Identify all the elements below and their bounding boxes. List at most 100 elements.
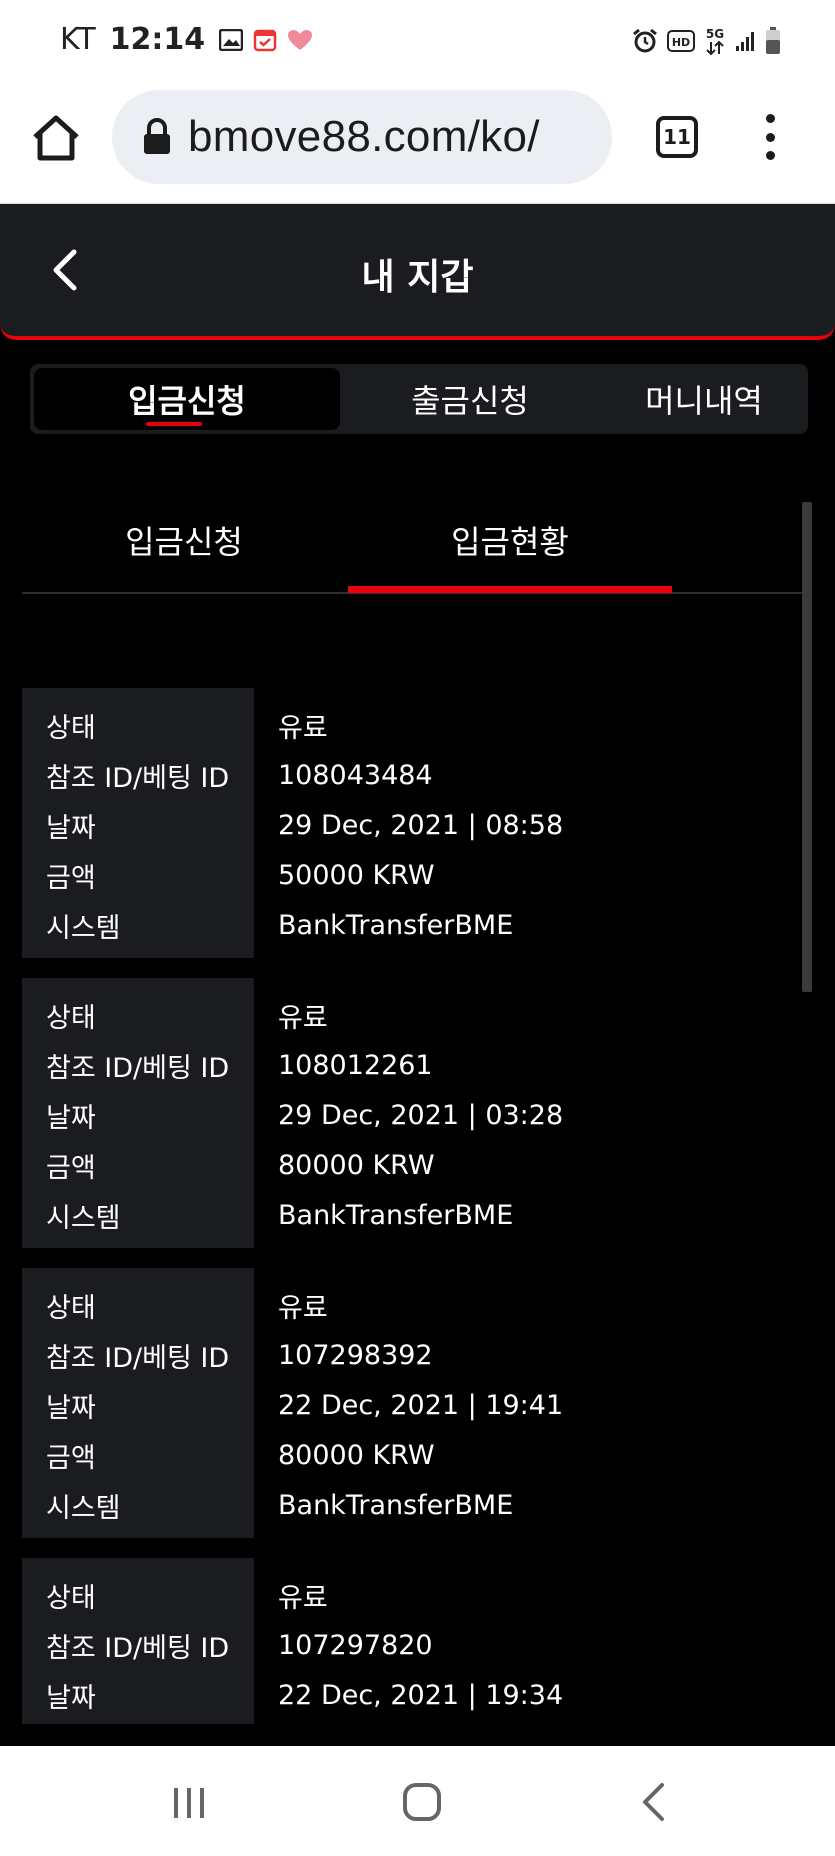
dot: [765, 132, 775, 142]
dot: [765, 151, 775, 160]
record-row-system: 시스템 BankTransferBME: [22, 900, 802, 950]
alarm-icon: [633, 28, 657, 53]
record-row-date: 날짜 29 Dec, 2021 | 08:58: [22, 800, 802, 850]
system-navigation-bar: [0, 1746, 835, 1856]
clock: 12:14: [109, 22, 206, 57]
record-row-date: 날짜 29 Dec, 2021 | 03:28: [22, 1090, 802, 1140]
active-tab-indicator: [146, 422, 202, 426]
recent-apps-icon[interactable]: [172, 1786, 206, 1820]
home-icon[interactable]: [30, 112, 82, 164]
label-date: 날짜: [46, 812, 96, 844]
calendar-icon: [253, 29, 277, 51]
record-row-ref-id: 참조 ID/베팅 ID 107298392: [22, 1330, 802, 1380]
label-status: 상태: [46, 1002, 96, 1034]
page-title: 내 지갑: [361, 257, 474, 298]
browser-toolbar: bmove88.com/ko/ 11: [0, 80, 835, 204]
label-ref-id: 참조 ID/베팅 ID: [46, 1632, 230, 1664]
value-date: 22 Dec, 2021 | 19:41: [278, 1389, 564, 1421]
address-bar[interactable]: bmove88.com/ko/: [112, 90, 612, 184]
deposit-record: 상태 유료 참조 ID/베팅 ID 108043484 날짜 29 Dec, 2…: [22, 688, 802, 978]
value-system: BankTransferBME: [278, 1489, 514, 1521]
record-row-system: 시스템 BankTransferBME: [22, 1480, 802, 1530]
value-date: 29 Dec, 2021 | 03:28: [278, 1099, 564, 1131]
sub-tabs: 입금신청 입금현황: [22, 490, 808, 594]
svg-text:5G: 5G: [706, 27, 724, 41]
label-date: 날짜: [46, 1102, 96, 1134]
battery-icon: [766, 27, 780, 54]
label-date: 날짜: [46, 1682, 96, 1714]
lock-icon: [144, 118, 170, 154]
subtab-label: 입금신청: [125, 523, 243, 561]
app-header: 내 지갑: [0, 204, 835, 340]
value-date: 29 Dec, 2021 | 08:58: [278, 809, 564, 841]
record-row-status: 상태 유료: [22, 1280, 802, 1330]
carrier-label: KT: [60, 22, 96, 57]
record-row-system: 시스템 BankTransferBME: [22, 1190, 802, 1240]
svg-text:HD: HD: [672, 36, 690, 49]
value-amount: 80000 KRW: [278, 1149, 435, 1181]
heart-icon: [288, 29, 313, 50]
status-bar-left: KT 12:14: [60, 22, 313, 57]
record-row-status: 상태 유료: [22, 990, 802, 1040]
subtab-deposit-status[interactable]: 입금현황: [348, 490, 672, 593]
record-row-status: 상태 유료: [22, 700, 802, 750]
record-row-amount: 금액 50000 KRW: [22, 850, 802, 900]
tab-switcher-button[interactable]: 11: [656, 116, 698, 158]
label-amount: 금액: [46, 1152, 96, 1184]
label-system: 시스템: [46, 1202, 121, 1234]
value-amount: 50000 KRW: [278, 859, 435, 891]
value-system: BankTransferBME: [278, 1199, 514, 1231]
tab-label: 머니내역: [645, 382, 763, 420]
record-row-amount: 금액 80000 KRW: [22, 1430, 802, 1480]
record-row-ref-id: 참조 ID/베팅 ID 108012261: [22, 1040, 802, 1090]
tab-count: 11: [663, 125, 691, 149]
subtab-label: 입금현황: [451, 523, 569, 561]
record-row-ref-id: 참조 ID/베팅 ID 107297820: [22, 1620, 802, 1670]
deposit-record: 상태 유료 참조 ID/베팅 ID 107298392 날짜 22 Dec, 2…: [22, 1268, 802, 1558]
deposit-records-list: 상태 유료 참조 ID/베팅 ID 108043484 날짜 29 Dec, 2…: [22, 688, 802, 1724]
deposit-record: 상태 유료 참조 ID/베팅 ID 107297820 날짜 22 Dec, 2…: [22, 1558, 802, 1724]
back-nav-icon[interactable]: [640, 1782, 666, 1822]
value-status: 유료: [278, 1582, 328, 1614]
record-row-amount: 금액 80000 KRW: [22, 1140, 802, 1190]
main-tabs: 입금신청 출금신청 머니내역: [30, 364, 808, 434]
label-ref-id: 참조 ID/베팅 ID: [46, 1342, 230, 1374]
gallery-icon: [219, 28, 244, 51]
value-amount: 80000 KRW: [278, 1439, 435, 1471]
subtab-deposit-request[interactable]: 입금신청: [22, 490, 346, 590]
browser-menu-button[interactable]: [760, 114, 780, 160]
status-bar-right: HD 5G: [631, 26, 781, 56]
tab-label: 입금신청: [128, 382, 246, 420]
label-ref-id: 참조 ID/베팅 ID: [46, 1052, 230, 1084]
label-amount: 금액: [46, 862, 96, 894]
tab-withdraw-request[interactable]: 출금신청: [340, 364, 600, 434]
value-system: BankTransferBME: [278, 909, 514, 941]
value-ref-id: 107298392: [278, 1339, 433, 1371]
home-nav-icon[interactable]: [402, 1782, 442, 1822]
dot: [765, 114, 775, 123]
record-row-status: 상태 유료: [22, 1570, 802, 1620]
record-row-date: 날짜 22 Dec, 2021 | 19:41: [22, 1380, 802, 1430]
value-ref-id: 108012261: [278, 1049, 433, 1081]
active-subtab-indicator: [348, 586, 672, 593]
signal-icon: [736, 32, 754, 51]
record-row-ref-id: 참조 ID/베팅 ID 108043484: [22, 750, 802, 800]
label-ref-id: 참조 ID/베팅 ID: [46, 762, 230, 794]
value-ref-id: 108043484: [278, 759, 433, 791]
value-status: 유료: [278, 1292, 328, 1324]
deposit-record: 상태 유료 참조 ID/베팅 ID 108012261 날짜 29 Dec, 2…: [22, 978, 802, 1268]
value-status: 유료: [278, 712, 328, 744]
label-status: 상태: [46, 1292, 96, 1324]
label-system: 시스템: [46, 912, 121, 944]
label-status: 상태: [46, 712, 96, 744]
tab-money-history[interactable]: 머니내역: [600, 364, 808, 434]
label-amount: 금액: [46, 1442, 96, 1474]
5g-icon: 5G: [706, 27, 724, 56]
tab-deposit-request[interactable]: 입금신청: [34, 368, 340, 430]
hd-voice-icon: HD: [667, 30, 695, 52]
label-date: 날짜: [46, 1392, 96, 1424]
status-bar: KT 12:14 HD 5G: [0, 0, 835, 80]
value-date: 22 Dec, 2021 | 19:34: [278, 1679, 564, 1711]
scrollbar[interactable]: [802, 502, 812, 992]
value-ref-id: 107297820: [278, 1629, 433, 1661]
